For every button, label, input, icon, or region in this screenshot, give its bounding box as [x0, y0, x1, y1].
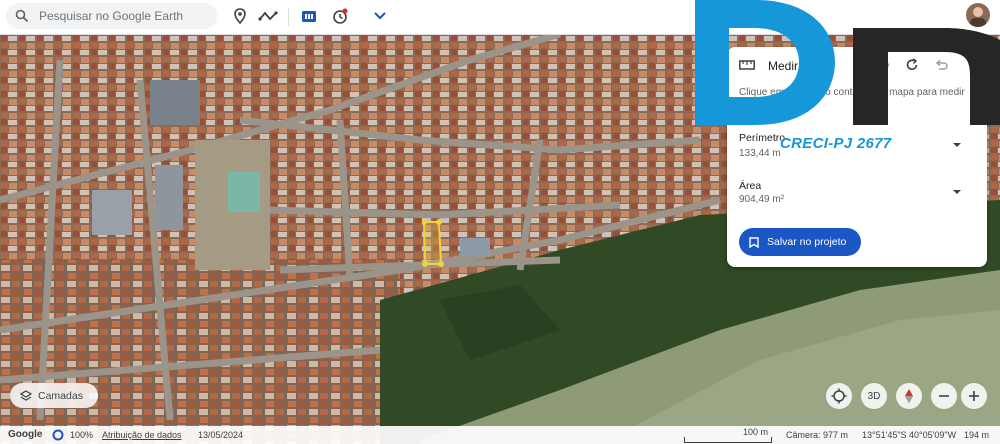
save-label: Salvar no projeto — [767, 236, 847, 248]
search-box[interactable] — [6, 3, 217, 29]
status-bar: Google 100% Atribuição de dados 13/05/20… — [0, 426, 1000, 444]
imagery-date: 13/05/2024 — [198, 430, 244, 440]
avatar[interactable] — [966, 3, 990, 27]
view-3d-label: 3D — [867, 390, 881, 402]
history-icon[interactable] — [329, 5, 351, 27]
top-toolbar — [0, 0, 1000, 35]
bookmark-icon — [749, 236, 759, 248]
compass-button[interactable] — [896, 383, 922, 409]
svg-text:?: ? — [881, 61, 886, 70]
vertex-handle[interactable] — [438, 261, 444, 267]
data-attribution-link[interactable]: Atribuição de dados — [102, 430, 182, 440]
ruler-icon — [739, 60, 755, 70]
toolbar-divider — [288, 8, 289, 26]
google-logo: Google — [8, 429, 43, 440]
chevron-down-icon[interactable] — [369, 5, 391, 27]
measured-area-outline[interactable] — [422, 219, 446, 271]
vertex-handle[interactable] — [436, 219, 442, 225]
area-label: Área — [739, 180, 762, 192]
caret-down-icon[interactable] — [952, 187, 962, 197]
undo-icon[interactable] — [934, 58, 948, 72]
measure-panel: Medir ? Clique em pontos no contorno do … — [727, 47, 987, 267]
camera-altitude: Câmera: 977 m — [786, 430, 849, 440]
my-location-button[interactable] — [826, 383, 852, 409]
watermark-text: CRECI-PJ 2677 — [780, 135, 892, 152]
help-icon[interactable]: ? — [877, 59, 889, 71]
area-value: 904,49 m² — [739, 194, 785, 205]
zoom-level: 100% — [70, 430, 94, 440]
search-input[interactable] — [37, 8, 211, 24]
layers-label: Camadas — [38, 389, 83, 402]
plus-icon — [969, 391, 979, 401]
measure-title: Medir — [768, 59, 799, 73]
scale-bar — [684, 437, 772, 443]
path-icon[interactable] — [257, 5, 279, 27]
minus-icon — [939, 395, 949, 397]
measure-hint: Clique em pontos no contorno do mapa par… — [739, 87, 965, 110]
coordinates: 13°51'45"S 40°05'09"W — [862, 430, 957, 440]
save-to-project-button[interactable]: Salvar no projeto — [739, 228, 861, 256]
search-icon — [15, 9, 29, 23]
pin-icon[interactable] — [229, 5, 251, 27]
caret-down-icon[interactable] — [952, 140, 962, 150]
zoom-out-button[interactable] — [931, 383, 957, 409]
layers-button[interactable]: Camadas — [10, 383, 98, 408]
compass-icon — [905, 389, 913, 403]
perimeter-label: Perímetro — [739, 132, 786, 144]
view-3d-button[interactable]: 3D — [861, 383, 887, 409]
layers-icon — [20, 389, 32, 401]
scale-label: 100 m — [743, 427, 769, 437]
refresh-icon[interactable] — [905, 58, 919, 72]
zoom-in-button[interactable] — [961, 383, 987, 409]
elevation: 194 m — [964, 430, 990, 440]
loading-ring-icon — [52, 429, 64, 441]
projects-icon[interactable] — [298, 5, 320, 27]
vertex-handle[interactable] — [422, 261, 428, 267]
crosshair-icon — [831, 388, 847, 404]
perimeter-value: 133,44 m — [739, 148, 781, 159]
